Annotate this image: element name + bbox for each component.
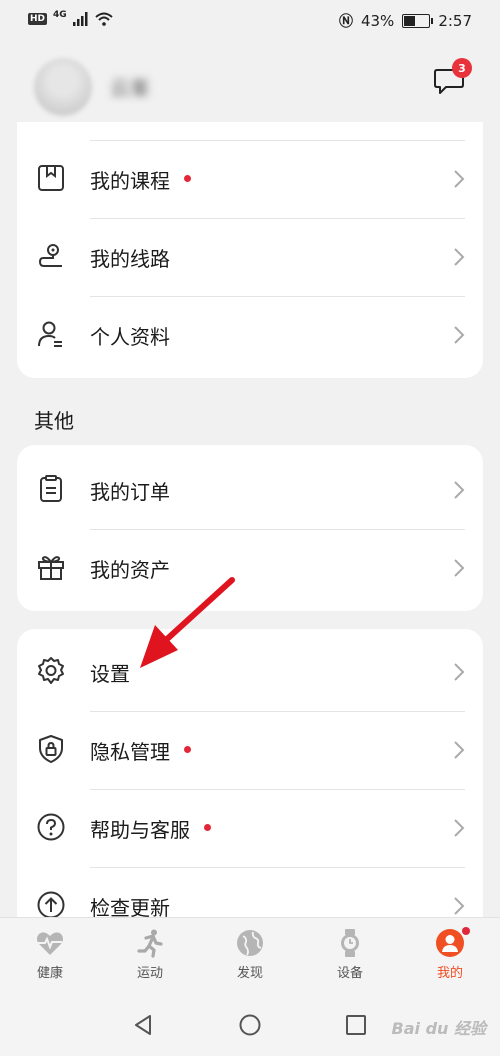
menu-item-assets[interactable]: 我的资产 xyxy=(17,529,483,607)
menu-item-settings[interactable]: 设置 xyxy=(17,633,483,711)
menu-item-route[interactable]: 我的线路 xyxy=(17,218,483,296)
tab-discover[interactable]: 发现 xyxy=(210,928,290,981)
menu-item-label: 我的线路 xyxy=(90,247,170,271)
notification-dot xyxy=(462,927,470,935)
tab-health[interactable]: 健康 xyxy=(10,928,90,981)
card-my-activities: 我的课程 我的线路 个人资料 xyxy=(17,122,483,378)
divider xyxy=(90,867,465,868)
divider xyxy=(90,140,465,141)
tab-label: 运动 xyxy=(136,966,163,981)
menu-item-label: 设置 xyxy=(90,662,130,686)
heart-icon xyxy=(37,932,63,955)
menu-item-label: 个人资料 xyxy=(90,325,170,349)
divider xyxy=(90,296,465,297)
battery-percent: 43% xyxy=(360,12,395,30)
message-badge: 3 xyxy=(452,58,472,78)
privacy-shield-icon xyxy=(39,735,63,763)
status-bar: HD 4G Ⓝ 43% 2:57 xyxy=(0,0,500,42)
help-icon xyxy=(37,813,65,841)
gear-icon xyxy=(38,657,64,684)
recents-icon[interactable] xyxy=(344,1013,368,1037)
back-icon[interactable] xyxy=(131,1013,155,1037)
route-icon xyxy=(38,244,62,267)
divider xyxy=(90,529,465,530)
tab-me[interactable]: 我的 xyxy=(410,927,490,981)
tab-devices[interactable]: 设备 xyxy=(310,928,390,981)
chevron-right-icon xyxy=(454,741,465,759)
system-nav-bar: Bai du 经验 xyxy=(0,997,500,1056)
menu-item-help[interactable]: 帮助与客服 xyxy=(17,789,483,867)
signal-icon xyxy=(72,12,88,26)
divider xyxy=(90,789,465,790)
nfc-icon: Ⓝ xyxy=(338,14,353,30)
divider xyxy=(90,218,465,219)
chevron-right-icon xyxy=(454,663,465,681)
order-icon xyxy=(40,475,62,502)
messages-button[interactable]: 3 xyxy=(432,58,472,96)
home-icon[interactable] xyxy=(238,1013,262,1037)
card-other: 我的订单 我的资产 xyxy=(17,445,483,611)
menu-item-label: 我的课程 xyxy=(90,165,191,194)
section-title-other: 其他 xyxy=(34,409,74,433)
chevron-right-icon xyxy=(454,248,465,266)
menu-item-profile[interactable]: 个人资料 xyxy=(17,296,483,374)
course-icon xyxy=(38,165,64,191)
chevron-right-icon xyxy=(454,326,465,344)
tab-label: 设备 xyxy=(336,966,363,981)
chevron-right-icon xyxy=(454,481,465,499)
chevron-right-icon xyxy=(454,170,465,188)
wifi-icon xyxy=(95,12,113,26)
chevron-right-icon xyxy=(454,819,465,837)
profile-icon xyxy=(38,321,62,347)
gift-icon xyxy=(38,556,64,580)
menu-item-label: 隐私管理 xyxy=(90,736,191,765)
menu-item-label: 帮助与客服 xyxy=(90,814,211,843)
menu-item-orders[interactable]: 我的订单 xyxy=(17,451,483,529)
menu-item-course[interactable]: 我的课程 xyxy=(17,140,483,218)
hd-indicator: HD xyxy=(28,13,48,25)
globe-icon xyxy=(237,930,263,956)
username[interactable]: 云峯 xyxy=(110,72,150,101)
battery-icon xyxy=(402,14,434,28)
menu-item-label: 我的资产 xyxy=(90,558,170,582)
notification-dot xyxy=(184,746,191,753)
watermark: Bai du 经验 xyxy=(391,1019,486,1038)
menu-item-privacy[interactable]: 隐私管理 xyxy=(17,711,483,789)
notification-dot xyxy=(184,175,191,182)
card-settings: 设置 隐私管理 帮助与客服 检查更新 xyxy=(17,629,483,949)
network-type: 4G xyxy=(53,10,67,20)
chevron-right-icon xyxy=(454,559,465,577)
tab-exercise[interactable]: 运动 xyxy=(110,928,190,981)
update-icon xyxy=(37,891,65,919)
user-icon xyxy=(436,929,464,957)
profile-header: 云峯 3 xyxy=(0,44,500,122)
tab-label: 健康 xyxy=(36,966,63,981)
tab-label: 我的 xyxy=(436,966,463,981)
menu-item-label: 我的订单 xyxy=(90,480,170,504)
bottom-tab-bar: 健康 运动 发现 设备 我的 xyxy=(0,917,500,998)
watch-icon xyxy=(341,929,359,957)
tab-label: 发现 xyxy=(236,966,263,981)
chevron-right-icon xyxy=(454,897,465,915)
avatar[interactable] xyxy=(34,58,92,116)
runner-icon xyxy=(137,929,163,958)
clock: 2:57 xyxy=(438,12,472,30)
divider xyxy=(90,711,465,712)
notification-dot xyxy=(204,824,211,831)
